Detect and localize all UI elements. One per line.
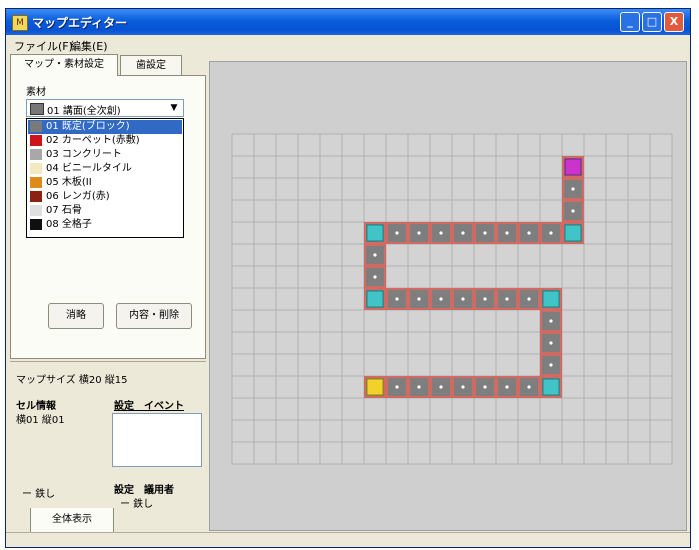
map-grid[interactable] <box>210 62 686 530</box>
swatch-icon <box>30 205 42 216</box>
track-dot <box>527 231 531 235</box>
dropdown-item[interactable]: 02 カーペット(赤敷) <box>28 134 182 148</box>
dropdown-item[interactable]: 06 レンガ(赤) <box>28 190 182 204</box>
track-dot <box>461 385 465 389</box>
track-dot <box>549 363 553 367</box>
corner-marker[interactable] <box>542 378 560 396</box>
track-dot <box>417 297 421 301</box>
track-dot <box>483 385 487 389</box>
track-dot <box>395 297 399 301</box>
combo-swatch <box>30 103 44 115</box>
menu-edit[interactable]: 編集(E) <box>70 38 108 54</box>
menu-file[interactable]: ファイル(F) <box>14 38 73 54</box>
track-dot <box>571 209 575 213</box>
tab-map-settings[interactable]: マップ・素材設定 <box>10 54 118 76</box>
dropdown-item[interactable]: 01 既定(ブロック) <box>28 120 182 134</box>
corner-marker[interactable] <box>366 224 384 242</box>
track-dot <box>439 297 443 301</box>
status-bar <box>6 532 690 547</box>
track-dot <box>549 231 553 235</box>
dropdown-item[interactable]: 03 コンクリート <box>28 148 182 162</box>
material-label: 素材 <box>26 87 46 98</box>
track-dot <box>461 231 465 235</box>
cell-coordinate: 横01 縦01 <box>16 415 65 426</box>
close-button[interactable]: X <box>664 12 684 32</box>
swatch-icon <box>30 177 42 188</box>
cell-none-text: ー 鉄し <box>22 489 56 500</box>
maximize-button[interactable]: □ <box>642 12 662 32</box>
setting-owner-header: 設定 議用者 <box>114 485 174 496</box>
track-dot <box>417 385 421 389</box>
goal-marker[interactable] <box>564 158 582 176</box>
cell-info-label: セル情報 <box>16 401 56 412</box>
track-dot <box>483 297 487 301</box>
corner-marker[interactable] <box>542 290 560 308</box>
swatch-icon <box>30 135 42 146</box>
omit-button[interactable]: 消略 <box>48 303 104 329</box>
start-marker[interactable] <box>366 378 384 396</box>
track-dot <box>395 231 399 235</box>
track-dot <box>549 319 553 323</box>
track-dot <box>505 231 509 235</box>
content-delete-button[interactable]: 内容・削除 <box>116 303 192 329</box>
full-view-tab[interactable]: 全体表示 <box>30 508 114 534</box>
track-dot <box>571 187 575 191</box>
dropdown-item[interactable]: 08 全格子 <box>28 218 182 232</box>
track-dot <box>395 385 399 389</box>
chevron-down-icon[interactable]: ▼ <box>167 101 181 115</box>
left-panel: マップ・素材設定 歯設定 素材 01 講面(全次創) ▼ 01 既定(ブロック)… <box>8 54 208 535</box>
track-dot <box>439 231 443 235</box>
event-listbox[interactable] <box>112 413 202 467</box>
corner-marker[interactable] <box>366 290 384 308</box>
window-title: マップエディター <box>32 16 128 30</box>
map-size-text: マップサイズ 横20 縦15 <box>16 375 128 386</box>
setting-event-header: 設定 イベント <box>114 401 184 412</box>
track-dot <box>527 385 531 389</box>
dropdown-item[interactable]: 05 木板(II <box>28 176 182 190</box>
minimize-button[interactable]: _ <box>620 12 640 32</box>
app-icon: M <box>12 15 28 31</box>
track-dot <box>461 297 465 301</box>
swatch-icon <box>30 121 42 132</box>
combo-value: 01 講面(全次創) <box>47 106 121 117</box>
track-dot <box>373 275 377 279</box>
corner-marker[interactable] <box>564 224 582 242</box>
track-dot <box>439 385 443 389</box>
track-dot <box>483 231 487 235</box>
track-dot <box>527 297 531 301</box>
dropdown-item[interactable]: 07 石骨 <box>28 204 182 218</box>
owner-none-text: ー 鉄し <box>120 499 154 510</box>
menu-bar: ファイル(F) 編集(E) <box>6 35 690 53</box>
swatch-icon <box>30 149 42 160</box>
swatch-icon <box>30 163 42 174</box>
swatch-icon <box>30 219 42 230</box>
dropdown-item[interactable]: 04 ビニールタイル <box>28 162 182 176</box>
track-dot <box>505 297 509 301</box>
tab-other-settings[interactable]: 歯設定 <box>120 55 182 75</box>
title-bar[interactable]: M マップエディター _ □ X <box>6 9 690 35</box>
swatch-icon <box>30 191 42 202</box>
material-combo[interactable]: 01 講面(全次創) ▼ <box>26 99 184 117</box>
track-dot <box>549 341 553 345</box>
track-dot <box>373 253 377 257</box>
map-canvas-area[interactable] <box>209 61 687 531</box>
track-dot <box>505 385 509 389</box>
track-dot <box>417 231 421 235</box>
material-dropdown-list: 01 既定(ブロック) 02 カーペット(赤敷) 03 コンクリート 04 ビニ… <box>26 118 184 238</box>
divider <box>10 361 206 362</box>
app-window: M マップエディター _ □ X ファイル(F) 編集(E) マップ・素材設定 … <box>5 8 691 548</box>
